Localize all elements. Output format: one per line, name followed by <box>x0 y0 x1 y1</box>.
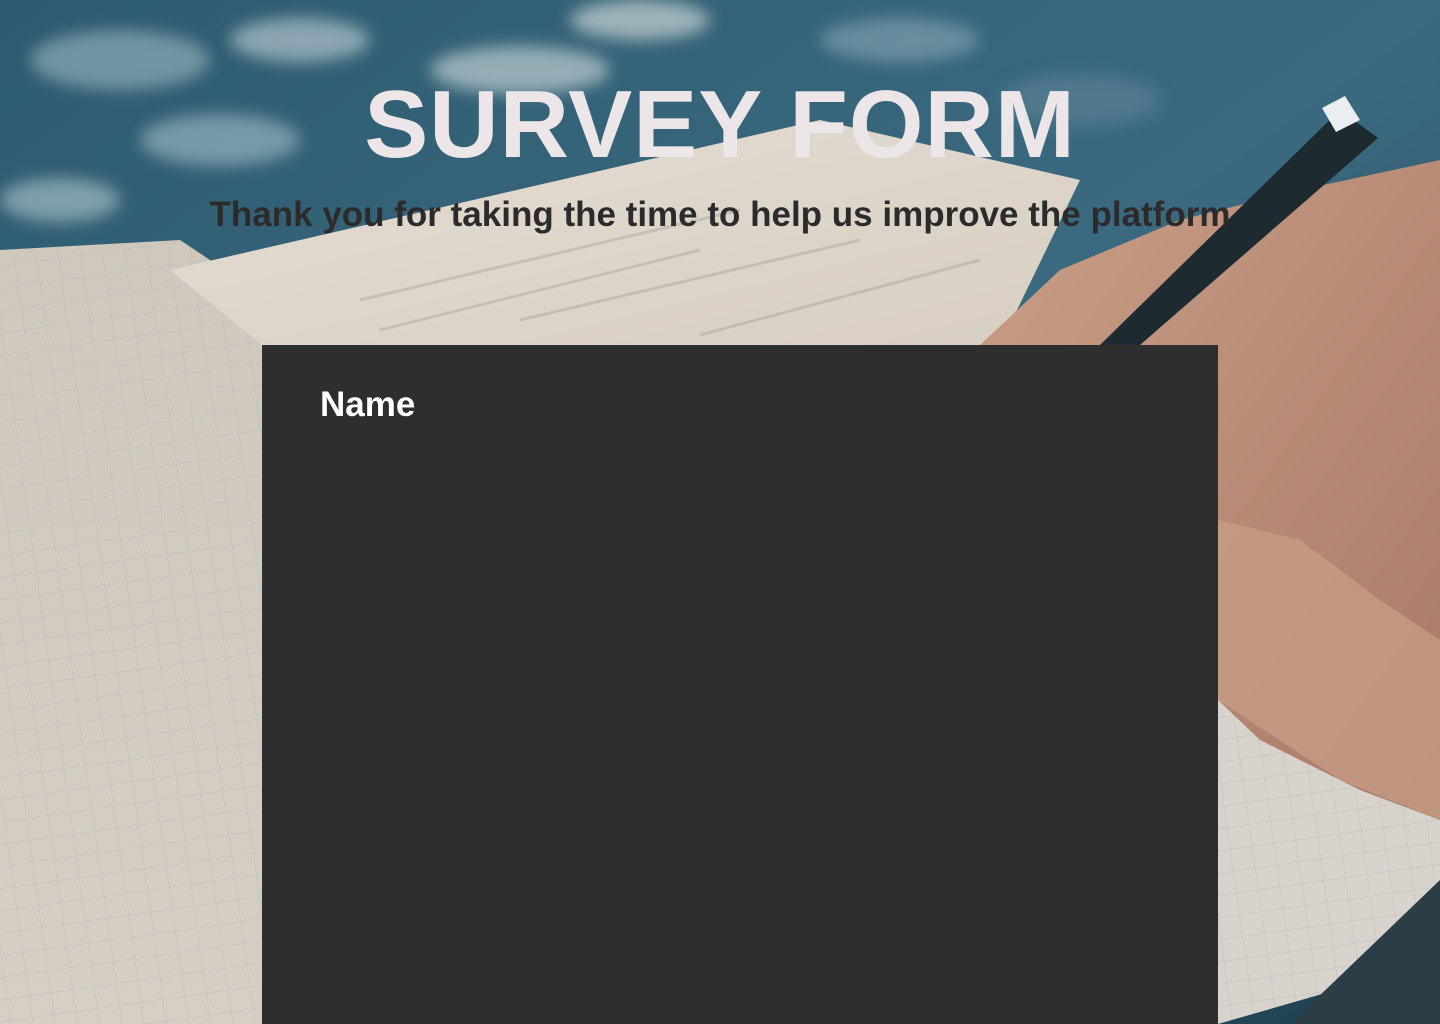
survey-form: Name <box>262 345 1218 1024</box>
page-title: SURVEY FORM <box>364 71 1076 178</box>
page-subtitle: Thank you for taking the time to help us… <box>209 195 1231 234</box>
name-field-label: Name <box>320 385 416 424</box>
